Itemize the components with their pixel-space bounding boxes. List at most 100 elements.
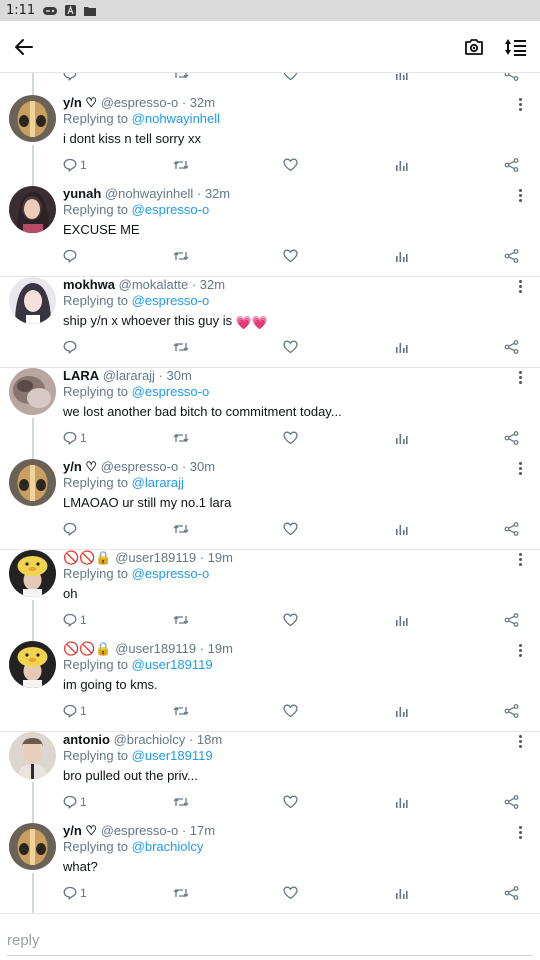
retweet-button[interactable] xyxy=(173,702,189,720)
reply-button[interactable] xyxy=(63,520,80,538)
girl-avatar[interactable] xyxy=(9,186,56,233)
reply-button[interactable] xyxy=(63,338,80,356)
like-button[interactable] xyxy=(283,247,298,265)
tweet[interactable]: y/n ♡ @espresso-o · 30m Replying to @lara… xyxy=(0,459,540,550)
analytics-button[interactable] xyxy=(395,611,408,629)
blurred-avatar[interactable] xyxy=(9,368,56,415)
tweet[interactable]: y/n ♡ @espresso-o · 32m Replying to @nohw… xyxy=(0,95,540,188)
helmet-avatar[interactable] xyxy=(9,459,56,506)
replying-to-handle[interactable]: @espresso-o xyxy=(132,202,210,217)
reply-input[interactable] xyxy=(7,926,532,956)
share-button[interactable] xyxy=(504,611,519,629)
retweet-button[interactable] xyxy=(173,156,189,174)
girl-light-avatar[interactable] xyxy=(9,277,56,324)
user-handle[interactable]: @espresso-o xyxy=(101,95,179,110)
replying-to-handle[interactable]: @lararajj xyxy=(132,475,184,490)
back-button[interactable] xyxy=(14,37,34,57)
user-handle[interactable]: @espresso-o xyxy=(101,823,179,838)
display-name[interactable]: mokhwa xyxy=(63,277,115,292)
duck-hat-avatar[interactable] xyxy=(9,550,56,597)
display-name[interactable]: LARA xyxy=(63,368,99,383)
reply-button[interactable]: 1 xyxy=(63,156,87,174)
user-handle[interactable]: @user189119 xyxy=(115,550,196,565)
reply-button[interactable]: 1 xyxy=(63,429,87,447)
reply-button[interactable]: 1 xyxy=(63,611,87,629)
share-button[interactable] xyxy=(504,520,519,538)
more-options-button[interactable] xyxy=(514,643,526,659)
like-button[interactable] xyxy=(283,520,298,538)
analytics-button[interactable] xyxy=(395,793,408,811)
retweet-button[interactable] xyxy=(173,884,189,902)
retweet-button[interactable] xyxy=(173,429,189,447)
display-name[interactable]: 🚫🚫🔒 xyxy=(63,641,112,656)
helmet-avatar[interactable] xyxy=(9,823,56,870)
user-handle[interactable]: @nohwayinhell xyxy=(105,186,193,201)
more-options-button[interactable] xyxy=(514,461,526,477)
analytics-button[interactable] xyxy=(395,429,408,447)
analytics-button[interactable] xyxy=(395,520,408,538)
replying-to-handle[interactable]: @nohwayinhell xyxy=(132,111,220,126)
camera-button[interactable] xyxy=(464,38,484,56)
tweet[interactable]: LARA @lararajj · 30m Replying to @espress… xyxy=(0,368,540,461)
like-button[interactable] xyxy=(283,156,298,174)
replying-to-handle[interactable]: @espresso-o xyxy=(132,384,210,399)
more-options-button[interactable] xyxy=(514,552,526,568)
reply-button[interactable] xyxy=(63,247,80,265)
display-name[interactable]: 🚫🚫🔒 xyxy=(63,550,112,565)
more-options-button[interactable] xyxy=(514,370,526,386)
analytics-button[interactable] xyxy=(395,884,408,902)
sort-button[interactable] xyxy=(504,37,528,57)
like-button[interactable] xyxy=(283,702,298,720)
user-handle[interactable]: @brachiolcy xyxy=(114,732,186,747)
retweet-button[interactable] xyxy=(173,611,189,629)
share-button[interactable] xyxy=(504,702,519,720)
like-button[interactable] xyxy=(283,611,298,629)
like-button[interactable] xyxy=(283,884,298,902)
display-name[interactable]: y/n ♡ xyxy=(63,459,97,474)
reply-button[interactable]: 1 xyxy=(63,793,87,811)
share-button[interactable] xyxy=(504,338,519,356)
duck-hat-avatar[interactable] xyxy=(9,641,56,688)
tweet[interactable]: 🚫🚫🔒 @user189119 · 19m Replying to @user18… xyxy=(0,641,540,732)
replying-to-handle[interactable]: @user189119 xyxy=(132,657,213,672)
like-button[interactable] xyxy=(283,793,298,811)
display-name[interactable]: y/n ♡ xyxy=(63,823,97,838)
tweet[interactable]: yunah @nohwayinhell · 32m Replying to @es… xyxy=(0,186,540,277)
like-button[interactable] xyxy=(283,338,298,356)
retweet-button[interactable] xyxy=(173,520,189,538)
share-button[interactable] xyxy=(504,429,519,447)
display-name[interactable]: yunah xyxy=(63,186,101,201)
retweet-button[interactable] xyxy=(173,338,189,356)
share-button[interactable] xyxy=(504,247,519,265)
retweet-button[interactable] xyxy=(173,793,189,811)
helmet-avatar[interactable] xyxy=(9,95,56,142)
analytics-button[interactable] xyxy=(395,156,408,174)
tweet[interactable]: mokhwa @mokalatte · 32m Replying to @espr… xyxy=(0,277,540,368)
retweet-button[interactable] xyxy=(173,247,189,265)
tweet[interactable]: 🚫🚫🔒 @user189119 · 19m Replying to @espres… xyxy=(0,550,540,643)
tweet[interactable]: y/n ♡ @espresso-o · 17m Replying to @brac… xyxy=(0,823,540,913)
replying-to-handle[interactable]: @user189119 xyxy=(132,748,213,763)
more-options-button[interactable] xyxy=(514,734,526,750)
replying-to-handle[interactable]: @espresso-o xyxy=(132,293,210,308)
analytics-button[interactable] xyxy=(395,247,408,265)
more-options-button[interactable] xyxy=(514,188,526,204)
share-button[interactable] xyxy=(504,793,519,811)
replying-to-handle[interactable]: @espresso-o xyxy=(132,566,210,581)
like-button[interactable] xyxy=(283,429,298,447)
user-handle[interactable]: @lararajj xyxy=(103,368,155,383)
analytics-button[interactable] xyxy=(395,702,408,720)
more-options-button[interactable] xyxy=(514,825,526,841)
more-options-button[interactable] xyxy=(514,279,526,295)
tweet[interactable]: antonio @brachiolcy · 18m Replying to @us… xyxy=(0,732,540,825)
reply-button[interactable]: 1 xyxy=(63,884,87,902)
display-name[interactable]: antonio xyxy=(63,732,110,747)
replying-to-handle[interactable]: @brachiolcy xyxy=(132,839,204,854)
replies-feed[interactable]: y/n ♡ @espresso-o · 32m Replying to @nohw… xyxy=(0,73,540,913)
boy-avatar[interactable] xyxy=(9,732,56,779)
display-name[interactable]: y/n ♡ xyxy=(63,95,97,110)
user-handle[interactable]: @espresso-o xyxy=(101,459,179,474)
reply-button[interactable]: 1 xyxy=(63,702,87,720)
more-options-button[interactable] xyxy=(514,97,526,113)
analytics-button[interactable] xyxy=(395,338,408,356)
